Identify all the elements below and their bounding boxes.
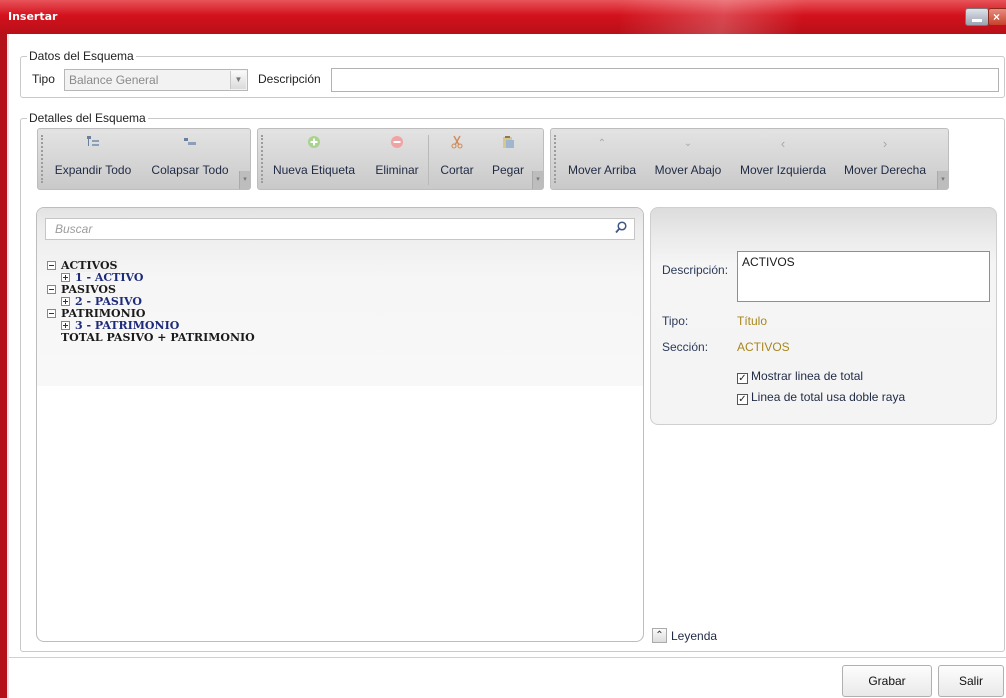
expand-node-icon[interactable] — [61, 321, 70, 330]
toolbar-expander-icon[interactable]: ▾ — [239, 171, 250, 189]
move-right-label: Mover Derecha — [843, 163, 927, 177]
new-label-text: Nueva Etiqueta — [272, 163, 356, 177]
collapse-node-icon[interactable] — [47, 309, 56, 318]
expand-tree-icon — [48, 135, 138, 153]
legend-toggle-label: Leyenda — [671, 628, 718, 643]
schema-details-legend: Detalles del Esquema — [27, 111, 148, 125]
paste-label: Pegar — [491, 163, 525, 177]
paste-button[interactable]: Pegar — [484, 135, 532, 177]
checkbox-checked-icon[interactable]: ✓ — [737, 394, 748, 405]
descripcion-label: Descripción — [258, 72, 321, 86]
move-left-label: Mover Izquierda — [739, 163, 827, 177]
move-left-button[interactable]: ‹ Mover Izquierda — [733, 135, 833, 177]
window-title: Insertar — [8, 10, 58, 23]
details-descripcion-value: ACTIVOS — [742, 255, 795, 269]
collapse-node-icon[interactable] — [47, 261, 56, 270]
toolbar-expander-icon[interactable]: ▾ — [532, 171, 543, 189]
arrow-down-icon: ⌄ — [683, 138, 693, 149]
tipo-combo[interactable]: Balance General ▼ — [64, 69, 248, 91]
details-tipo-value: Título — [737, 314, 768, 328]
arrow-left-icon: ‹ — [780, 136, 786, 151]
double-line-label: Linea de total usa doble raya — [751, 390, 906, 404]
close-icon: × — [993, 10, 1001, 24]
chevron-up-icon[interactable]: ⌃ — [652, 628, 667, 644]
details-seccion-label: Sección: — [662, 340, 709, 354]
expand-all-label: Expandir Todo — [54, 163, 132, 177]
legend-toggle[interactable]: ⌃ Leyenda — [652, 628, 718, 644]
toolbar-expander-icon[interactable]: ▾ — [937, 171, 948, 189]
toolbar-group-move: ⌃ Mover Arriba ⌄ Mover Abajo ‹ Mover Izq… — [550, 128, 949, 190]
add-circle-icon — [268, 135, 360, 153]
exit-button[interactable]: Salir — [938, 665, 1004, 697]
expand-all-button[interactable]: Expandir Todo — [48, 135, 138, 177]
show-total-line-label: Mostrar linea de total — [751, 369, 864, 383]
cut-label: Cortar — [440, 163, 474, 177]
move-down-button[interactable]: ⌄ Mover Abajo — [647, 135, 729, 177]
tree-node[interactable]: TOTAL PASIVO + PATRIMONIO — [61, 332, 255, 344]
schema-data-legend: Datos del Esquema — [27, 49, 136, 63]
collapse-node-icon[interactable] — [47, 285, 56, 294]
delete-label: Eliminar — [375, 163, 419, 177]
expand-node-icon[interactable] — [61, 297, 70, 306]
show-total-line-checkbox[interactable]: ✓ Mostrar linea de total — [737, 369, 864, 384]
toolbar-grip — [41, 135, 43, 183]
toolbar-group-edit: Nueva Etiqueta Eliminar Cortar Pegar ▾ — [257, 128, 544, 190]
search-input[interactable] — [46, 219, 606, 239]
tipo-combo-value: Balance General — [69, 73, 159, 87]
arrow-right-icon: › — [882, 136, 888, 151]
search-box[interactable] — [45, 218, 635, 240]
descripcion-input[interactable] — [331, 68, 999, 92]
save-button[interactable]: Grabar — [842, 665, 932, 697]
schema-tree-panel: ACTIVOS 1 - ACTIVO PASIVOS 2 - PASIVO PA… — [36, 207, 644, 642]
move-right-button[interactable]: › Mover Derecha — [837, 135, 933, 177]
toolbar-grip — [261, 135, 263, 183]
collapse-all-button[interactable]: Colapsar Todo — [142, 135, 238, 177]
minimize-button[interactable] — [965, 8, 989, 26]
delete-button[interactable]: Eliminar — [364, 135, 430, 177]
details-descripcion-input[interactable]: ACTIVOS — [737, 251, 990, 302]
window-frame-left — [0, 34, 9, 698]
close-button[interactable]: × — [988, 8, 1006, 26]
double-line-checkbox[interactable]: ✓ Linea de total usa doble raya — [737, 390, 906, 405]
toolbar-group-view: Expandir Todo Colapsar Todo ▾ — [37, 128, 251, 190]
cut-button[interactable]: Cortar — [432, 135, 482, 177]
details-tipo-label: Tipo: — [662, 314, 689, 328]
chevron-down-icon[interactable]: ▼ — [230, 71, 246, 89]
clipboard-icon — [484, 135, 532, 153]
expand-node-icon[interactable] — [61, 273, 70, 282]
title-bar-sheen — [620, 0, 880, 34]
checkbox-checked-icon[interactable]: ✓ — [737, 373, 748, 384]
collapse-tree-icon — [142, 135, 238, 153]
tipo-label: Tipo — [32, 72, 55, 86]
arrow-up-icon: ⌃ — [597, 138, 607, 149]
details-descripcion-label: Descripción: — [662, 263, 729, 277]
move-up-button[interactable]: ⌃ Mover Arriba — [561, 135, 643, 177]
move-down-label: Mover Abajo — [654, 163, 722, 177]
tree-node-label: TOTAL PASIVO + PATRIMONIO — [61, 331, 255, 344]
details-seccion-value: ACTIVOS — [737, 340, 790, 354]
scissors-icon — [432, 135, 482, 153]
search-icon[interactable] — [615, 221, 627, 237]
toolbar-grip — [554, 135, 556, 183]
new-label-button[interactable]: Nueva Etiqueta — [268, 135, 360, 177]
toolbar-separator — [428, 135, 429, 185]
move-up-label: Mover Arriba — [567, 163, 637, 177]
title-bar: Insertar × — [0, 0, 1006, 34]
footer-divider — [9, 657, 1006, 658]
collapse-all-label: Colapsar Todo — [151, 163, 229, 177]
remove-circle-icon — [364, 135, 430, 153]
node-details-panel: Descripción: ACTIVOS Tipo: Título Secció… — [650, 207, 997, 425]
